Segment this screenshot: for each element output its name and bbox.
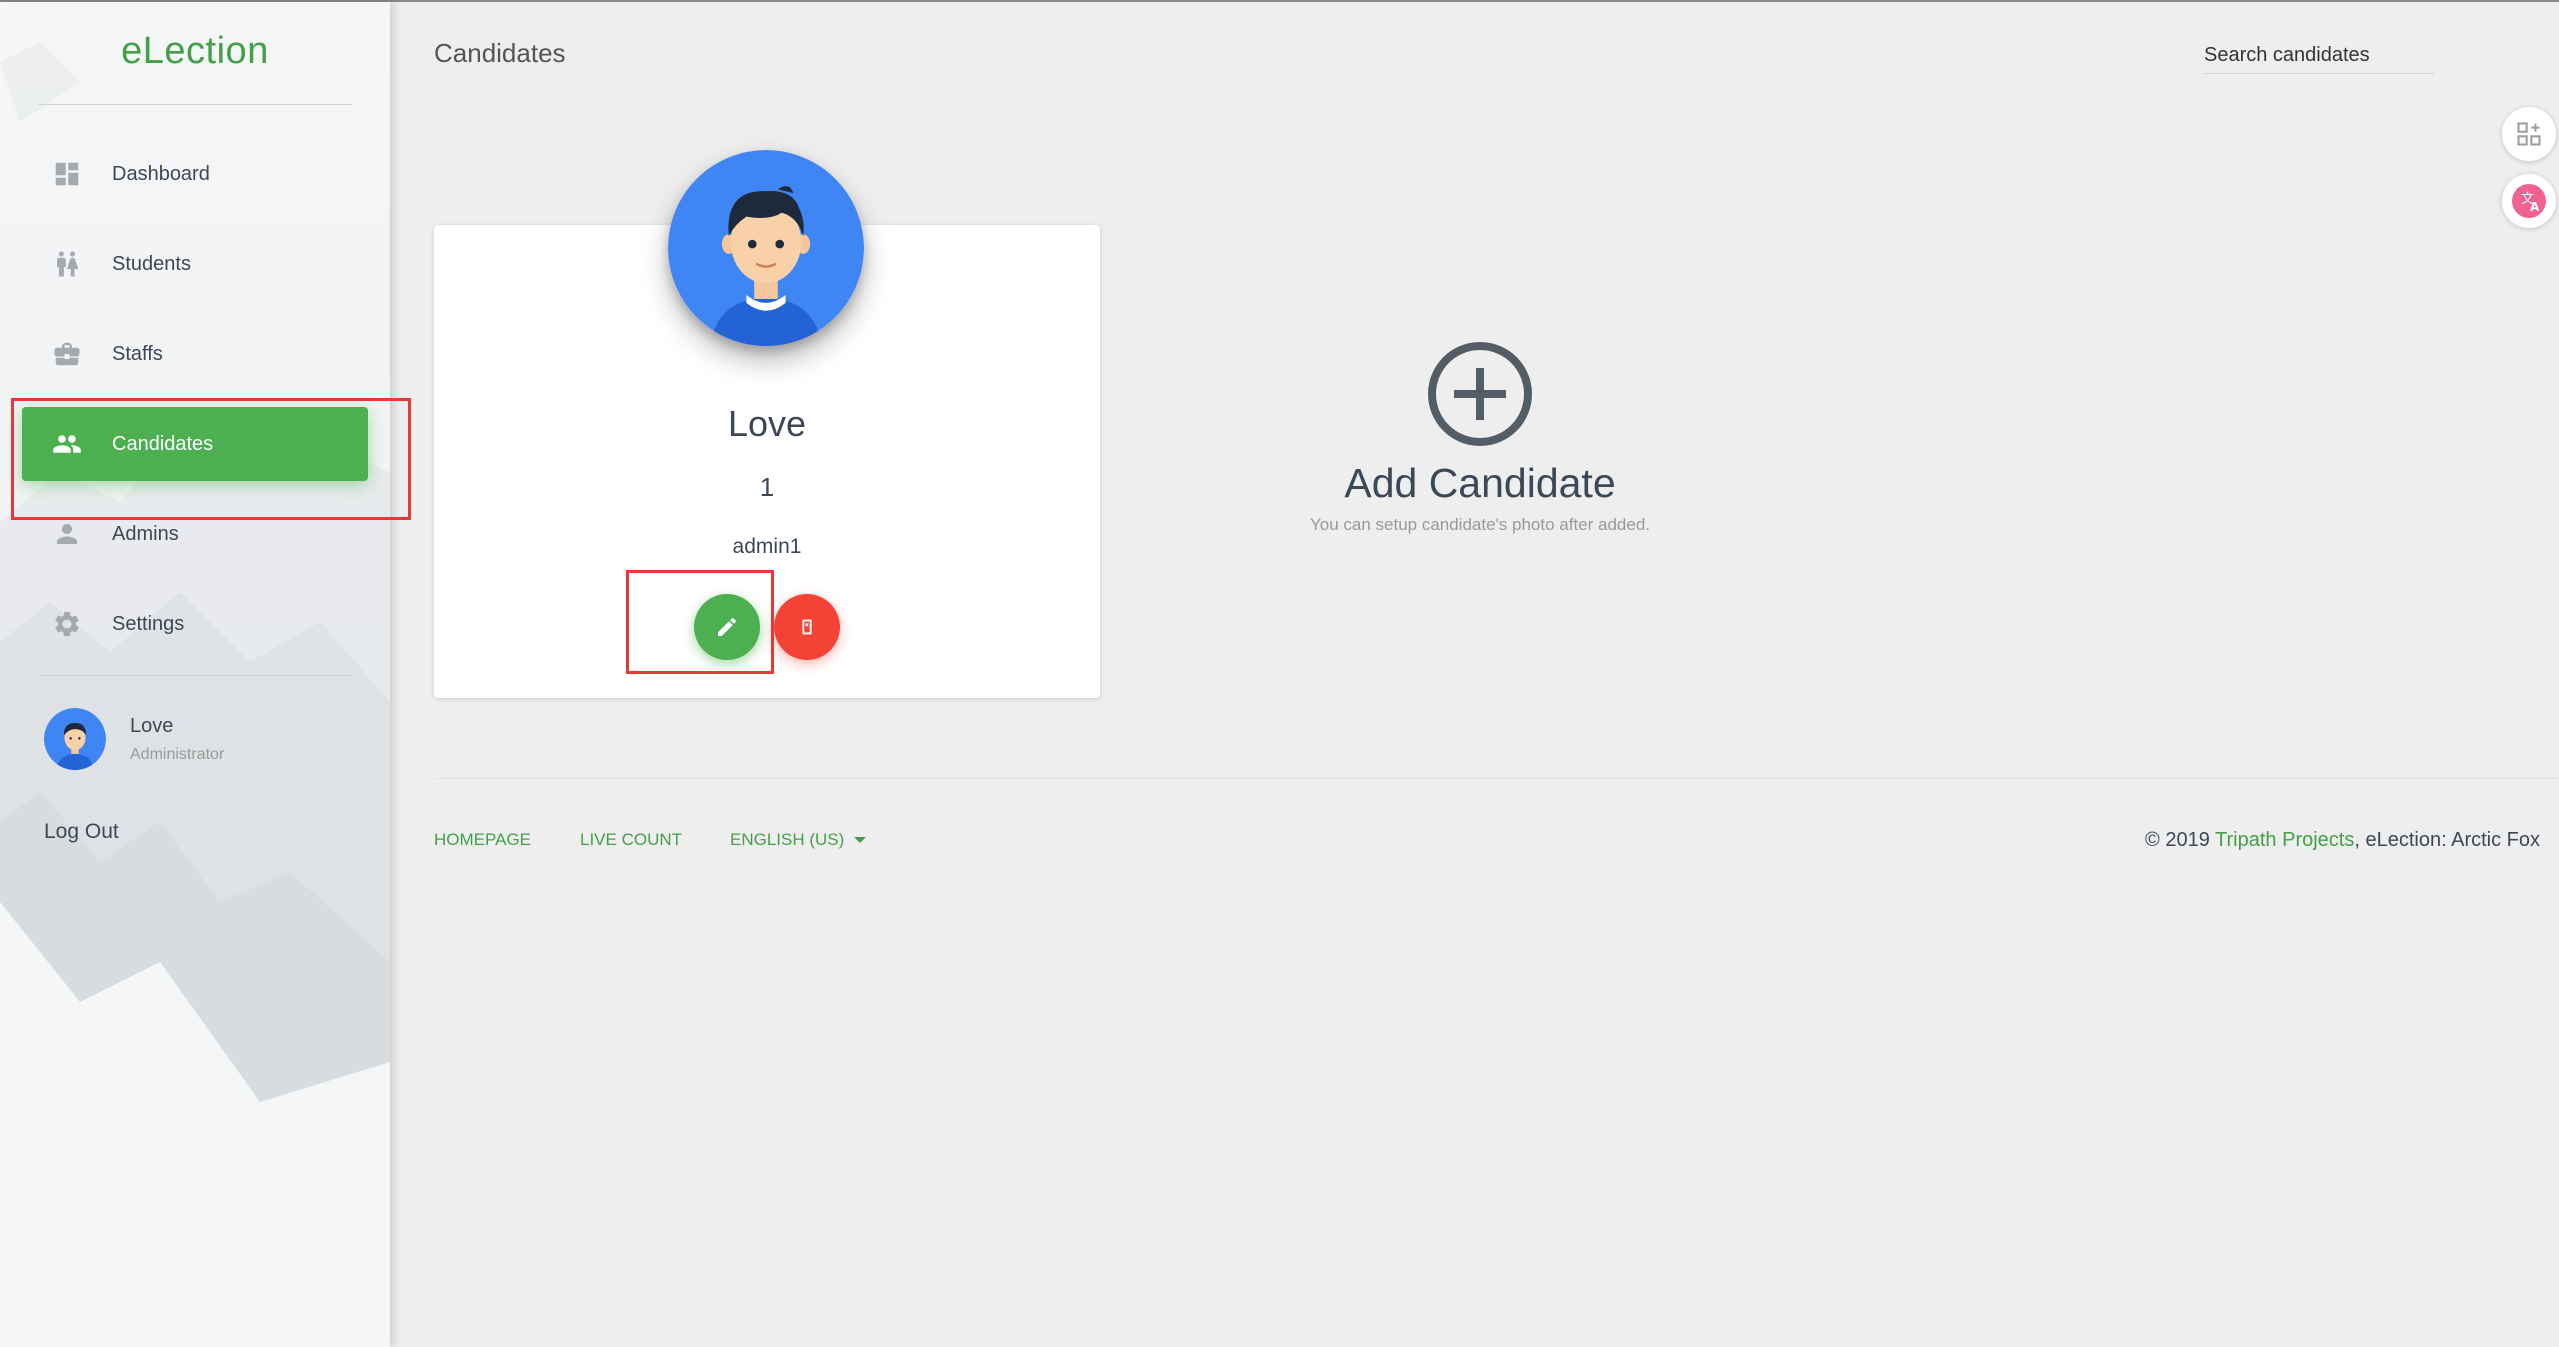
- sidebar-divider: [38, 675, 352, 676]
- copyright-prefix: © 2019: [2145, 829, 2210, 851]
- students-icon: [50, 247, 84, 281]
- apps-add-icon[interactable]: [2502, 107, 2556, 161]
- user-role: Administrator: [130, 745, 225, 763]
- sidebar-item-settings[interactable]: Settings: [22, 587, 368, 661]
- sidebar-item-label: Dashboard: [112, 162, 210, 185]
- dashboard-icon: [50, 157, 84, 191]
- page-title: Candidates: [434, 38, 566, 68]
- highlight-box-edit: [626, 570, 774, 674]
- copyright-link[interactable]: Tripath Projects: [2215, 829, 2354, 851]
- sidebar-divider: [38, 104, 352, 105]
- language-label: ENGLISH (US): [730, 830, 845, 849]
- copyright: © 2019 Tripath Projects, eLection: Arcti…: [2145, 829, 2540, 852]
- sidebar-item-label: Settings: [112, 612, 185, 635]
- add-candidate-title: Add Candidate: [1344, 460, 1616, 506]
- person-icon: [50, 517, 84, 551]
- sidebar-item-students[interactable]: Students: [22, 227, 368, 301]
- footer-link-homepage[interactable]: HOMEPAGE: [434, 830, 531, 850]
- sidebar: eLection Dashboard Students Staffs Candi…: [0, 2, 390, 1347]
- footer-divider: [434, 778, 2559, 779]
- search-input[interactable]: [2204, 38, 2434, 74]
- sidebar-item-label: Staffs: [112, 342, 163, 365]
- avatar: [44, 708, 106, 770]
- candidate-avatar: [668, 150, 864, 346]
- sidebar-item-label: Admins: [112, 522, 179, 545]
- gear-icon: [50, 607, 84, 641]
- highlight-box-candidates: [11, 398, 411, 520]
- delete-icon: [802, 619, 812, 635]
- briefcase-icon: [50, 337, 84, 371]
- candidate-name: Love: [727, 403, 807, 444]
- add-candidate-button[interactable]: Add Candidate You can setup candidate's …: [1260, 340, 1700, 535]
- delete-candidate-button[interactable]: [774, 594, 840, 660]
- sidebar-item-label: Students: [112, 252, 191, 275]
- sidebar-item-staffs[interactable]: Staffs: [22, 317, 368, 391]
- user-profile[interactable]: Love Administrator: [44, 708, 224, 770]
- add-candidate-subtitle: You can setup candidate's photo after ad…: [1309, 515, 1651, 534]
- add-circle-icon: [1426, 340, 1534, 448]
- translate-icon[interactable]: 文 A: [2502, 174, 2556, 228]
- app-brand[interactable]: eLection: [0, 30, 390, 73]
- copyright-suffix: , eLection: Arctic Fox: [2354, 829, 2540, 851]
- sidebar-item-dashboard[interactable]: Dashboard: [22, 137, 368, 211]
- candidate-position: admin1: [732, 535, 802, 558]
- caret-down-icon: [854, 837, 867, 843]
- logout-link[interactable]: Log Out: [44, 820, 119, 844]
- user-name: Love: [130, 714, 174, 737]
- svg-text:A: A: [2530, 200, 2540, 214]
- footer-link-live-count[interactable]: LIVE COUNT: [580, 830, 682, 850]
- language-dropdown[interactable]: ENGLISH (US): [730, 830, 867, 850]
- candidate-number: 1: [759, 472, 775, 502]
